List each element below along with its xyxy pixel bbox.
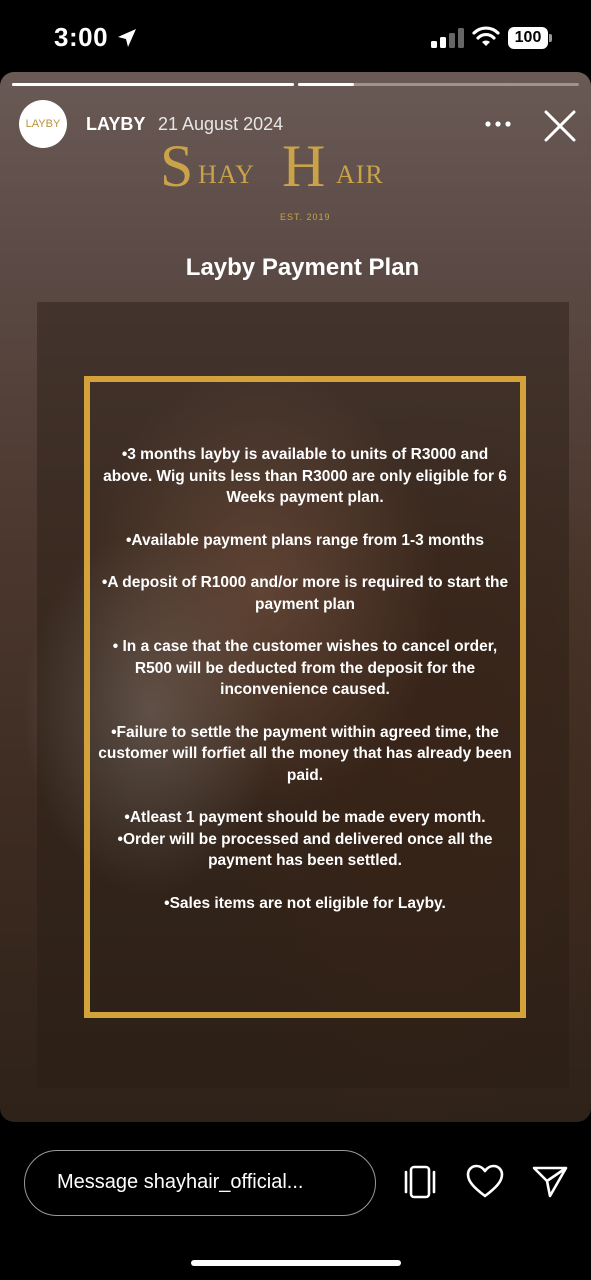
logo-word-air: AIR: [336, 160, 384, 189]
story-progress-1: [12, 83, 294, 86]
home-indicator: [191, 1260, 401, 1266]
term-item: •Order will be processed and delivered o…: [117, 830, 493, 870]
send-icon[interactable]: [530, 1162, 570, 1202]
logo-word-hay: HAY: [198, 160, 255, 189]
term-item: •Sales items are not eligible for Layby.: [164, 894, 446, 912]
more-icon[interactable]: [480, 110, 516, 138]
logo-letter-s: S: [160, 133, 194, 199]
term-item: •Atleast 1 payment should be made every …: [124, 809, 486, 826]
logo-letter-h: H: [282, 133, 326, 199]
status-time: 3:00: [54, 22, 109, 52]
share-story-icon[interactable]: [400, 1162, 440, 1202]
term-item: •A deposit of R1000 and/or more is requi…: [101, 574, 509, 613]
location-arrow-icon: [118, 29, 136, 47]
story-card[interactable]: LAYBY LAYBY 21 August 2024 S HAY H AIR E…: [0, 72, 591, 1122]
story-progress-fill-2: [298, 83, 355, 86]
term-item: •Available payment plans range from 1-3 …: [126, 531, 484, 549]
logo-est: EST. 2019: [280, 212, 331, 222]
heart-icon[interactable]: [465, 1162, 505, 1202]
status-bar: 3:00 100: [0, 0, 591, 72]
term-item: •Failure to settle the payment within ag…: [98, 723, 512, 784]
message-placeholder: Message shayhair_official...: [57, 1171, 304, 1193]
close-icon[interactable]: [540, 106, 580, 146]
page-title: Layby Payment Plan: [185, 254, 420, 281]
story-progress-fill-1: [12, 83, 294, 86]
terms-list: •3 months layby is available to units of…: [96, 444, 514, 935]
term-item: • In a case that the customer wishes to …: [112, 638, 498, 698]
username[interactable]: LAYBY: [86, 114, 145, 135]
wifi-icon: [472, 26, 500, 46]
battery-level: 100: [508, 27, 548, 49]
message-input[interactable]: Message shayhair_official...: [24, 1150, 376, 1216]
signal-icon: [431, 28, 464, 48]
battery-icon: 100: [508, 27, 552, 51]
brand-logo: S HAY H AIR EST. 2019: [160, 132, 410, 232]
avatar[interactable]: LAYBY: [19, 100, 67, 148]
story-progress-2: [298, 83, 579, 86]
term-item: •3 months layby is available to units of…: [103, 446, 507, 506]
